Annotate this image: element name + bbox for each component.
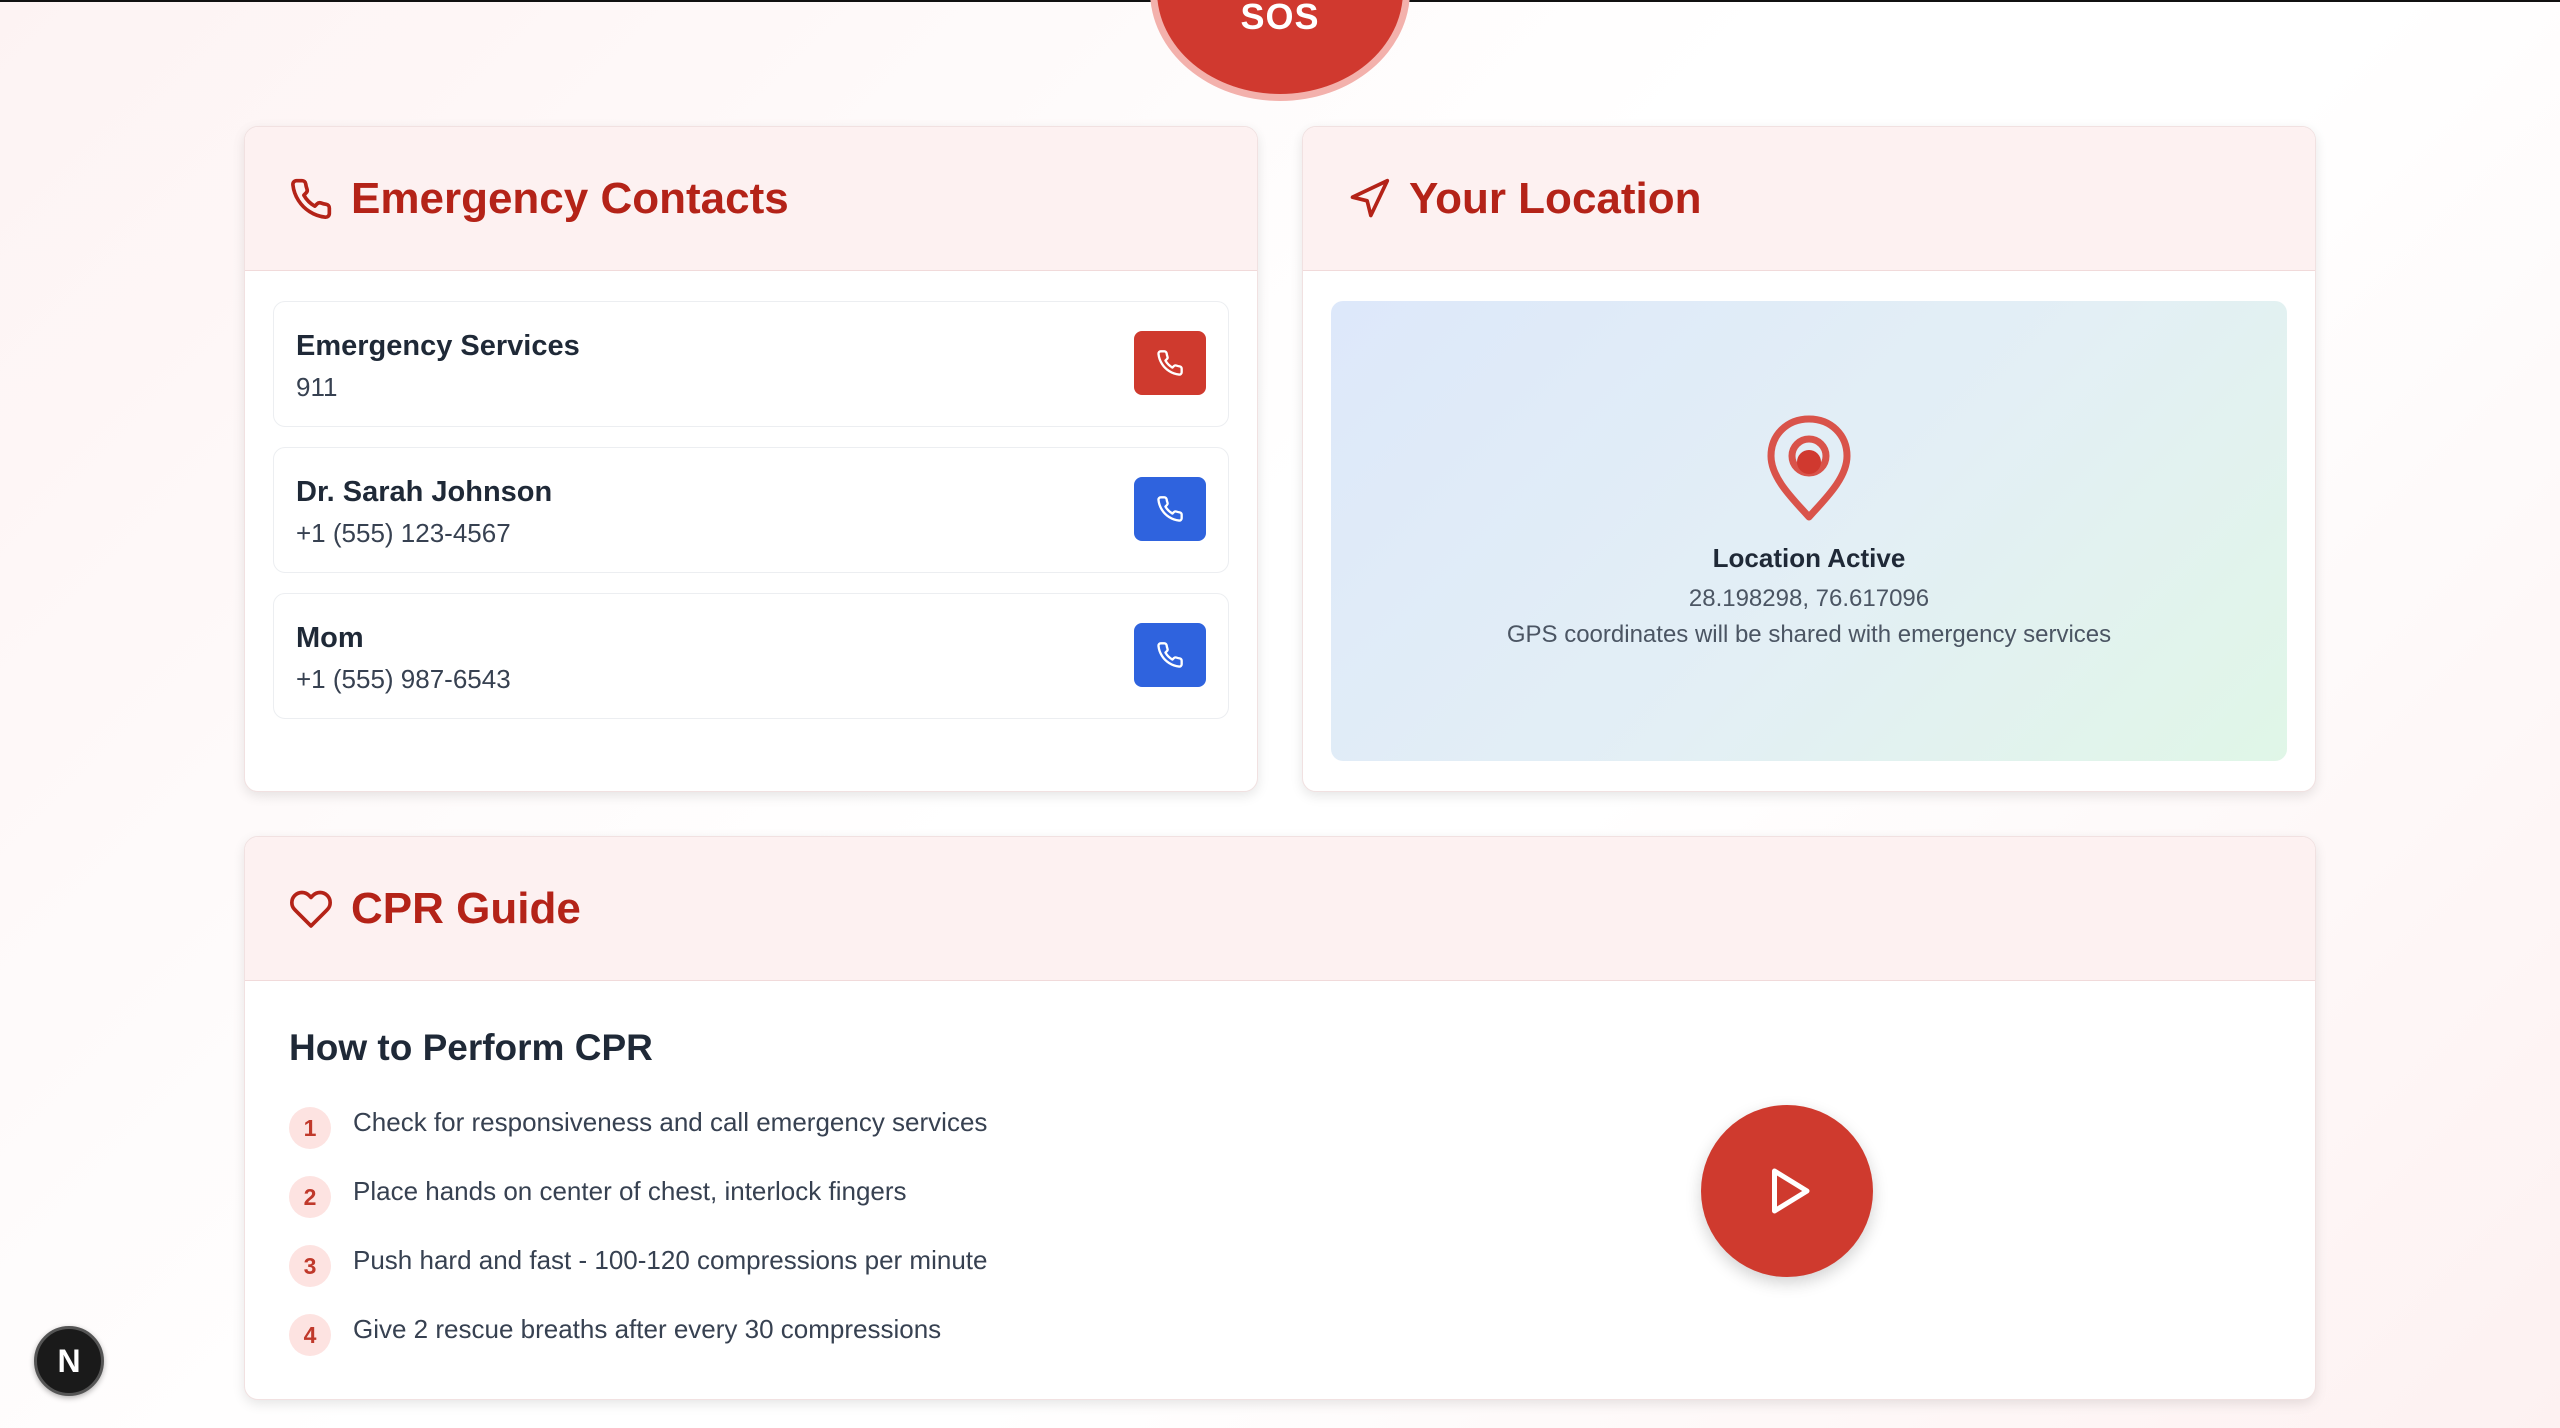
contact-item: Mom +1 (555) 987-6543: [273, 593, 1229, 719]
location-note: GPS coordinates will be shared with emer…: [1506, 621, 2112, 648]
cpr-step: 1 Check for responsiveness and call emer…: [289, 1099, 988, 1149]
cpr-step: 3 Push hard and fast - 100-120 compressi…: [289, 1237, 988, 1287]
phone-icon: [1157, 642, 1183, 668]
step-number: 4: [289, 1314, 331, 1356]
cpr-step: 4 Give 2 rescue breaths after every 30 c…: [289, 1306, 942, 1356]
contact-name: Mom: [296, 622, 364, 654]
sos-label: SOS: [1240, 0, 1320, 37]
location-coordinates: 28.198298, 76.617096: [1688, 585, 1930, 612]
step-number: 3: [289, 1245, 331, 1287]
step-text: Push hard and fast - 100-120 compression…: [353, 1244, 988, 1275]
cpr-guide-card: CPR Guide How to Perform CPR 1 Check for…: [244, 836, 2316, 1400]
sos-button[interactable]: SOS: [1157, 0, 1403, 94]
emergency-contacts-title: Emergency Contacts: [351, 173, 789, 223]
location-title: Your Location: [1409, 173, 1702, 223]
emergency-contacts-card: Emergency Contacts Emergency Services 91…: [244, 126, 1258, 792]
dev-tools-badge-label: N: [57, 1342, 81, 1379]
step-text: Place hands on center of chest, interloc…: [353, 1175, 907, 1206]
contact-number: +1 (555) 987-6543: [296, 664, 511, 694]
location-map-panel: Location Active 28.198298, 76.617096 GPS…: [1331, 301, 2287, 761]
cpr-guide-header: CPR Guide: [245, 837, 2315, 981]
phone-icon: [1157, 496, 1183, 522]
heart-icon: [289, 887, 333, 931]
map-pin-icon: [1767, 415, 1851, 521]
cpr-step: 2 Place hands on center of chest, interl…: [289, 1168, 907, 1218]
contact-number: 911: [296, 372, 338, 402]
cpr-subtitle: How to Perform CPR: [289, 1027, 653, 1068]
step-text: Give 2 rescue breaths after every 30 com…: [353, 1313, 942, 1344]
location-status: Location Active: [1712, 543, 1906, 573]
step-text: Check for responsiveness and call emerge…: [353, 1106, 988, 1137]
contact-item: Dr. Sarah Johnson +1 (555) 123-4567: [273, 447, 1229, 573]
play-cpr-video-button[interactable]: [1701, 1105, 1873, 1277]
contact-number: +1 (555) 123-4567: [296, 518, 511, 548]
play-icon: [1772, 1168, 1810, 1214]
call-dr-sarah-johnson-button[interactable]: [1134, 477, 1206, 541]
dev-tools-badge[interactable]: N: [34, 1326, 104, 1396]
location-header: Your Location: [1303, 127, 2315, 271]
contact-name: Dr. Sarah Johnson: [296, 476, 553, 508]
contact-name: Emergency Services: [296, 330, 580, 362]
call-emergency-services-button[interactable]: [1134, 331, 1206, 395]
call-mom-button[interactable]: [1134, 623, 1206, 687]
phone-icon: [289, 177, 333, 221]
cpr-guide-title: CPR Guide: [351, 883, 581, 933]
phone-icon: [1157, 350, 1183, 376]
location-card: Your Location Location Active 28.198298,…: [1302, 126, 2316, 792]
contact-item: Emergency Services 911: [273, 301, 1229, 427]
navigation-arrow-icon: [1347, 177, 1391, 221]
step-number: 1: [289, 1107, 331, 1149]
step-number: 2: [289, 1176, 331, 1218]
emergency-contacts-header: Emergency Contacts: [245, 127, 1257, 271]
